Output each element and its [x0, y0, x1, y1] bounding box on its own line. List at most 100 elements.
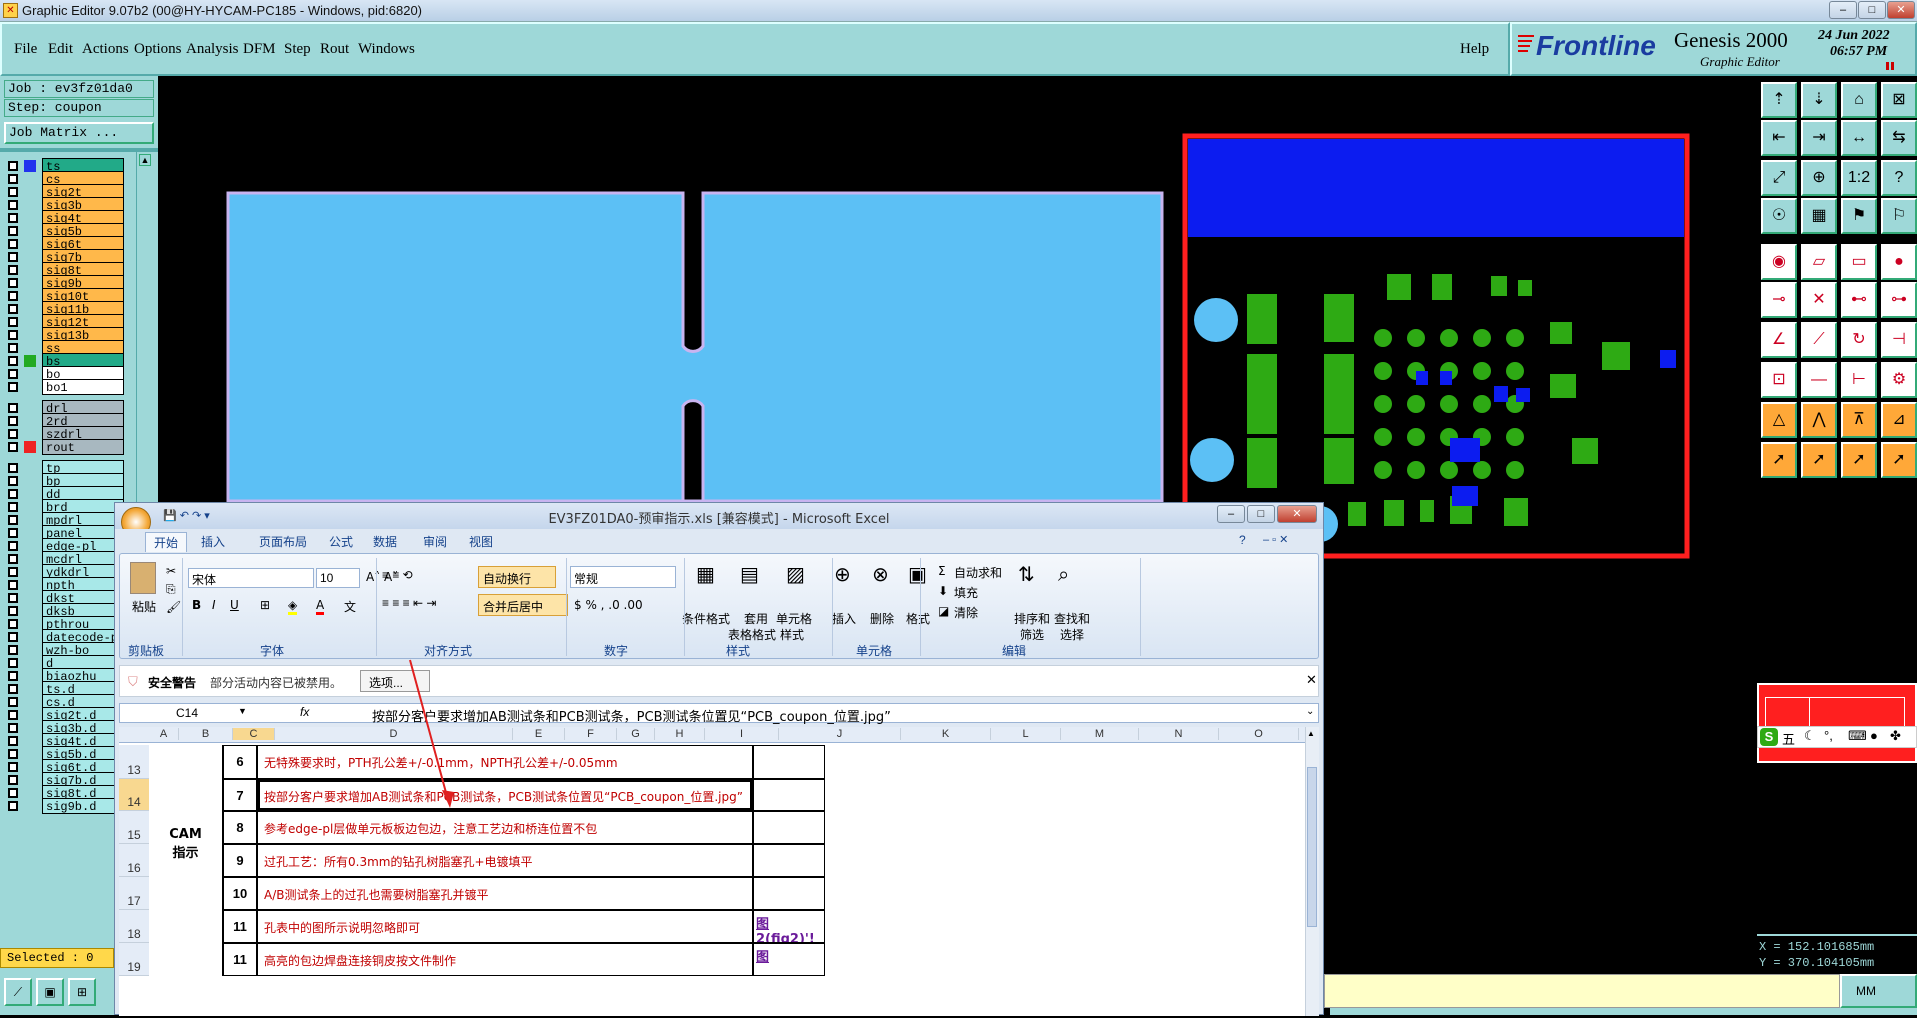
instruction-cell[interactable]: 孔表中的图所示说明忽略即可: [257, 910, 753, 943]
layer-checkbox[interactable]: [8, 749, 18, 759]
keyboard-icon[interactable]: ⌨: [1848, 728, 1867, 744]
layer-checkbox[interactable]: [8, 356, 18, 366]
menu-rout[interactable]: Rout: [320, 41, 349, 58]
item-number-cell[interactable]: 8: [223, 811, 257, 844]
paste-icon[interactable]: [130, 562, 156, 594]
tab-6[interactable]: 视图: [461, 532, 501, 551]
snap-icon[interactable]: ☉: [1761, 198, 1797, 234]
grid-icon[interactable]: ▦: [1801, 198, 1837, 234]
layer-checkbox[interactable]: [8, 442, 18, 452]
swap-icon[interactable]: ⇆: [1881, 120, 1917, 156]
instruction-cell[interactable]: 过孔工艺：所有0.3mm的钻孔树脂塞孔+电镀填平: [257, 844, 753, 877]
sigma-icon[interactable]: Σ: [938, 564, 946, 578]
layer-checkbox[interactable]: [8, 369, 18, 379]
zoom-ratio-icon[interactable]: 1:2: [1841, 160, 1877, 196]
pointer-8-icon[interactable]: ➚: [1881, 442, 1917, 478]
row-header[interactable]: 15: [119, 811, 149, 844]
layer-checkbox[interactable]: [8, 593, 18, 603]
column-header[interactable]: G: [617, 728, 655, 740]
layer-checkbox[interactable]: [8, 476, 18, 486]
number-format-select[interactable]: 常规: [570, 566, 676, 588]
layer-checkbox[interactable]: [8, 187, 18, 197]
tab-5[interactable]: 审阅: [415, 532, 455, 551]
cond-format-icon[interactable]: ▦: [696, 562, 715, 586]
tab-1[interactable]: 插入: [193, 532, 233, 551]
layer-name[interactable]: bo1: [42, 379, 124, 395]
clear-button[interactable]: 清除: [954, 604, 978, 621]
instruction-cell[interactable]: 参考edge-pl层做单元板板边包边，注意工艺边和桥连位置不包: [257, 811, 753, 844]
instruction-cell[interactable]: 高亮的包边焊盘连接铜皮按文件制作: [257, 943, 753, 976]
item-number-cell[interactable]: 9: [223, 844, 257, 877]
layer-checkbox[interactable]: [8, 697, 18, 707]
font-color-icon[interactable]: A: [316, 598, 325, 615]
item-number-cell[interactable]: 6: [223, 745, 257, 779]
excel-minimize-button[interactable]: –: [1217, 505, 1245, 523]
column-header[interactable]: F: [565, 728, 617, 740]
cell-style-button-1[interactable]: 单元格: [776, 610, 812, 627]
apps-icon[interactable]: ✤: [1890, 728, 1901, 744]
menu-dfm[interactable]: DFM: [243, 41, 276, 58]
insert-button[interactable]: 插入: [832, 610, 856, 627]
table-format-icon[interactable]: ▤: [740, 562, 759, 586]
pointer-6-icon[interactable]: ➚: [1801, 442, 1837, 478]
security-close-icon[interactable]: ✕: [1306, 672, 1317, 688]
item-number-cell[interactable]: 11: [223, 910, 257, 943]
menu-edit[interactable]: Edit: [48, 41, 73, 58]
instruction-cell[interactable]: A/B测试条上的过孔也需要树脂塞孔并镀平: [257, 877, 753, 910]
item-number-cell[interactable]: 10: [223, 877, 257, 910]
format-button[interactable]: 格式: [906, 610, 930, 627]
border-icon[interactable]: ⊞: [260, 598, 270, 612]
cam-label-cell[interactable]: CAM 指示: [149, 745, 223, 976]
maximize-button[interactable]: □: [1858, 1, 1886, 19]
merge-center-button[interactable]: 合并后居中: [478, 594, 568, 616]
layer-checkbox[interactable]: [8, 330, 18, 340]
format-painter-icon[interactable]: 🖌: [166, 600, 181, 614]
link-cell[interactable]: [753, 745, 825, 779]
find-button-1[interactable]: 查找和: [1054, 610, 1090, 627]
rotate-icon[interactable]: ↻: [1841, 322, 1877, 358]
column-header[interactable]: D: [275, 728, 513, 740]
menu-step[interactable]: Step: [284, 41, 311, 58]
row-header[interactable]: 13: [119, 745, 149, 779]
row-header[interactable]: 17: [119, 877, 149, 910]
line-icon[interactable]: ⟋: [1801, 322, 1837, 358]
column-header[interactable]: K: [901, 728, 991, 740]
item-number-cell[interactable]: 11: [223, 943, 257, 976]
layer-checkbox[interactable]: [8, 252, 18, 262]
layer-down-icon[interactable]: ⇣: [1801, 82, 1837, 118]
triangle-b-icon[interactable]: ⋀: [1801, 402, 1837, 438]
layer-checkbox[interactable]: [8, 515, 18, 525]
layer-checkbox[interactable]: [8, 403, 18, 413]
marker-a-icon[interactable]: ⚑: [1841, 198, 1877, 234]
link-cell[interactable]: [753, 779, 825, 811]
tool-grid-icon[interactable]: ⊞: [68, 978, 96, 1006]
ime-mode[interactable]: 五: [1782, 729, 1795, 748]
menu-windows[interactable]: Windows: [358, 41, 415, 58]
marker-b-icon[interactable]: ⚐: [1881, 198, 1917, 234]
link-cell[interactable]: 图2(fig2)'!: [753, 910, 825, 943]
moon-icon[interactable]: ☾: [1804, 728, 1816, 744]
cell-style-button-2[interactable]: 样式: [780, 626, 804, 643]
layer-checkbox[interactable]: [8, 645, 18, 655]
layer-checkbox[interactable]: [8, 161, 18, 171]
layer-checkbox[interactable]: [8, 429, 18, 439]
layer-checkbox[interactable]: [8, 291, 18, 301]
zoom-center-icon[interactable]: ⊕: [1801, 160, 1837, 196]
eraser-icon[interactable]: ◪: [938, 604, 949, 618]
scroll-thumb[interactable]: [1307, 767, 1317, 927]
layer-row-rout[interactable]: rout: [4, 439, 124, 455]
layer-checkbox[interactable]: [8, 736, 18, 746]
table-format-button-1[interactable]: 套用: [744, 610, 768, 627]
scroll-up-icon[interactable]: ▲: [1307, 729, 1315, 738]
layer-up-icon[interactable]: ⇡: [1761, 82, 1797, 118]
find-button-2[interactable]: 选择: [1060, 626, 1084, 643]
layer-checkbox[interactable]: [8, 658, 18, 668]
align-top-icons[interactable]: ≡ ≡ ⟲: [382, 568, 456, 588]
layer-checkbox[interactable]: [8, 278, 18, 288]
home-icon[interactable]: ⌂: [1841, 82, 1877, 118]
layer-checkbox[interactable]: [8, 788, 18, 798]
find-icon[interactable]: ⌕: [1058, 562, 1069, 586]
layer-checkbox[interactable]: [8, 567, 18, 577]
column-header[interactable]: E: [513, 728, 565, 740]
delete-button[interactable]: 删除: [870, 610, 894, 627]
